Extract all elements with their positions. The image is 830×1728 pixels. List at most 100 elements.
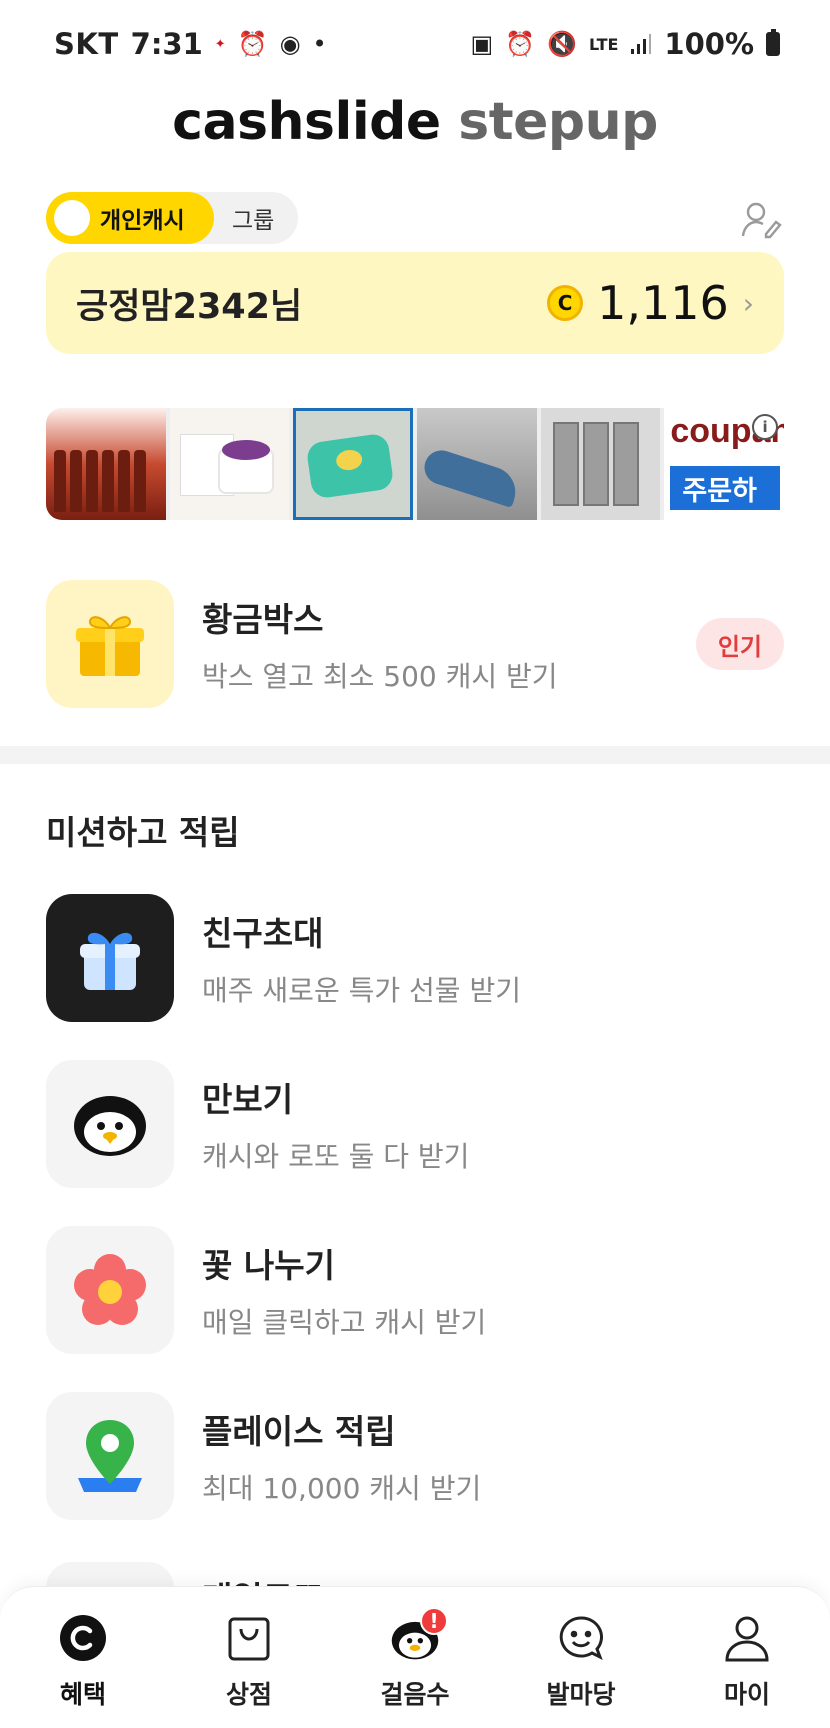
mission-text: 플레이스 적립 최대 10,000 캐시 받기 xyxy=(202,1405,784,1507)
signal-icon xyxy=(630,33,652,55)
cash-mode-toggle[interactable]: 개인캐시 그룹 xyxy=(46,192,298,244)
golden-box-row[interactable]: 황금박스 박스 열고 최소 500 캐시 받기 인기 xyxy=(46,580,784,708)
mission-icon-tile xyxy=(46,894,174,1022)
nav-community[interactable]: 발마당 xyxy=(516,1613,646,1711)
product-bottle xyxy=(118,450,130,512)
ad-thumb-cream[interactable] xyxy=(169,408,290,520)
mission-text: 꽃 나누기 매일 클릭하고 캐시 받기 xyxy=(202,1239,784,1341)
balance-card[interactable]: 긍정맘2342님 C 1,116 › xyxy=(46,252,784,354)
mission-share-flowers[interactable]: 꽃 나누기 매일 클릭하고 캐시 받기 xyxy=(46,1226,784,1354)
mission-subtitle: 최대 10,000 캐시 받기 xyxy=(202,1472,482,1505)
product-bottle xyxy=(134,450,146,512)
nav-label: 마이 xyxy=(723,1680,770,1709)
alarm-icon: ⏰ xyxy=(505,30,536,58)
app-logo: cashslide stepup xyxy=(0,92,830,152)
chevron-right-icon: › xyxy=(742,286,754,320)
nav-benefits[interactable]: 혜택 xyxy=(18,1613,148,1711)
missions-section-title: 미션하고 적립 xyxy=(46,813,240,852)
toggle-group[interactable]: 그룹 xyxy=(232,201,274,235)
mission-icon-tile xyxy=(46,1226,174,1354)
gift-box-icon xyxy=(76,616,144,676)
golden-box-subtitle: 박스 열고 최소 500 캐시 받기 xyxy=(202,660,558,693)
vibrate-icon: ▣ xyxy=(470,30,494,58)
mission-invite-friends[interactable]: 친구초대 매주 새로운 특가 선물 받기 xyxy=(46,894,784,1022)
more-notifications-dot-icon: • xyxy=(312,30,327,58)
penguin-icon: ! xyxy=(390,1607,448,1663)
battery-percent: 100% xyxy=(664,27,754,61)
smile-chat-icon xyxy=(556,1613,606,1663)
mute-icon: 🔇 xyxy=(547,30,578,58)
product-bottle xyxy=(54,450,66,512)
mission-subtitle: 매일 클릭하고 캐시 받기 xyxy=(202,1306,487,1339)
status-bar: SKT 7:31 ✦ ⏰ ◉ • ▣ ⏰ 🔇 LTE 100% xyxy=(0,0,830,88)
battery-icon xyxy=(766,29,780,56)
ad-thumb-shoes[interactable] xyxy=(417,408,537,520)
mission-text: 만보기 캐시와 로또 둘 다 받기 xyxy=(202,1073,784,1175)
penguin-icon xyxy=(74,1096,146,1156)
logo-part-stepup: stepup xyxy=(458,92,658,152)
product-jar xyxy=(217,440,274,494)
nav-store[interactable]: 상점 xyxy=(184,1613,314,1711)
mission-subtitle: 매주 새로운 특가 선물 받기 xyxy=(202,974,521,1007)
logo-part-cashslide: cashslide xyxy=(172,92,441,152)
ad-thumb-wipes[interactable] xyxy=(293,408,414,520)
product-bottle xyxy=(86,450,98,512)
ad-info-icon[interactable]: i xyxy=(752,414,779,440)
ad-thumb-dispenser[interactable] xyxy=(540,408,661,520)
product-panel xyxy=(582,422,609,506)
toggle-knob xyxy=(54,200,90,236)
product-bottle xyxy=(70,450,82,512)
nav-label: 발마당 xyxy=(546,1680,616,1709)
app-notification-icon: ✦ xyxy=(214,36,226,52)
mission-subtitle: 캐시와 로또 둘 다 받기 xyxy=(202,1140,470,1173)
carrier-label: SKT xyxy=(54,27,119,61)
product-panel xyxy=(552,422,579,506)
status-left: SKT 7:31 ✦ ⏰ ◉ • xyxy=(54,27,327,61)
toggle-personal-cash[interactable]: 개인캐시 xyxy=(46,192,214,244)
nav-label: 혜택 xyxy=(59,1680,106,1709)
mission-title: 꽃 나누기 xyxy=(202,1246,335,1285)
cash-c-icon xyxy=(58,1613,108,1663)
product-bottle xyxy=(102,450,114,512)
nav-label: 상점 xyxy=(225,1680,272,1709)
product-shoe xyxy=(420,445,522,509)
alarm-icon: ⏰ xyxy=(237,30,268,58)
cash-coin-icon: C xyxy=(547,285,584,321)
status-right: ▣ ⏰ 🔇 LTE 100% xyxy=(471,27,780,61)
product-panel xyxy=(612,422,639,506)
ad-banner-strip[interactable]: coupan 주문하 i xyxy=(46,408,784,520)
mission-title: 만보기 xyxy=(202,1080,294,1119)
shopping-bag-icon xyxy=(224,1613,274,1663)
ad-thumb-drink[interactable] xyxy=(46,408,166,520)
network-type-label: LTE xyxy=(589,34,619,54)
mission-pedometer[interactable]: 만보기 캐시와 로또 둘 다 받기 xyxy=(46,1060,784,1188)
nav-my[interactable]: 마이 xyxy=(682,1613,812,1711)
steps-alert-badge: ! xyxy=(420,1607,448,1635)
golden-box-tile xyxy=(46,580,174,708)
bottom-navigation: 혜택 상점 ! 걸음수 발마당 마이 xyxy=(0,1586,830,1728)
section-divider xyxy=(0,746,830,764)
profile-edit-icon[interactable] xyxy=(740,198,784,242)
mission-icon-tile xyxy=(46,1392,174,1520)
ad-thumb-coupang[interactable]: coupan 주문하 i xyxy=(664,408,784,520)
mission-title: 친구초대 xyxy=(202,914,324,953)
mission-title: 플레이스 적립 xyxy=(202,1412,396,1451)
nav-label: 걸음수 xyxy=(380,1680,450,1709)
mission-text: 친구초대 매주 새로운 특가 선물 받기 xyxy=(202,907,784,1009)
nav-steps[interactable]: ! 걸음수 xyxy=(350,1607,480,1711)
notification-icon: ◉ xyxy=(279,30,301,58)
person-icon xyxy=(722,1613,772,1663)
clock-time: 7:31 xyxy=(130,27,203,61)
balance-amount: 1,116 xyxy=(597,276,729,330)
cash-balance[interactable]: C 1,116 › xyxy=(547,276,754,330)
map-pin-icon xyxy=(78,1420,142,1492)
toggle-personal-label: 개인캐시 xyxy=(100,208,185,234)
popular-badge: 인기 xyxy=(695,618,784,670)
product-wipes xyxy=(305,432,395,500)
mission-icon-tile xyxy=(46,1060,174,1188)
ad-order-button[interactable]: 주문하 xyxy=(670,466,781,510)
user-nickname: 긍정맘2342님 xyxy=(76,286,303,327)
mission-place-rewards[interactable]: 플레이스 적립 최대 10,000 캐시 받기 xyxy=(46,1392,784,1520)
gift-icon xyxy=(80,932,140,990)
flower-icon xyxy=(74,1254,146,1325)
